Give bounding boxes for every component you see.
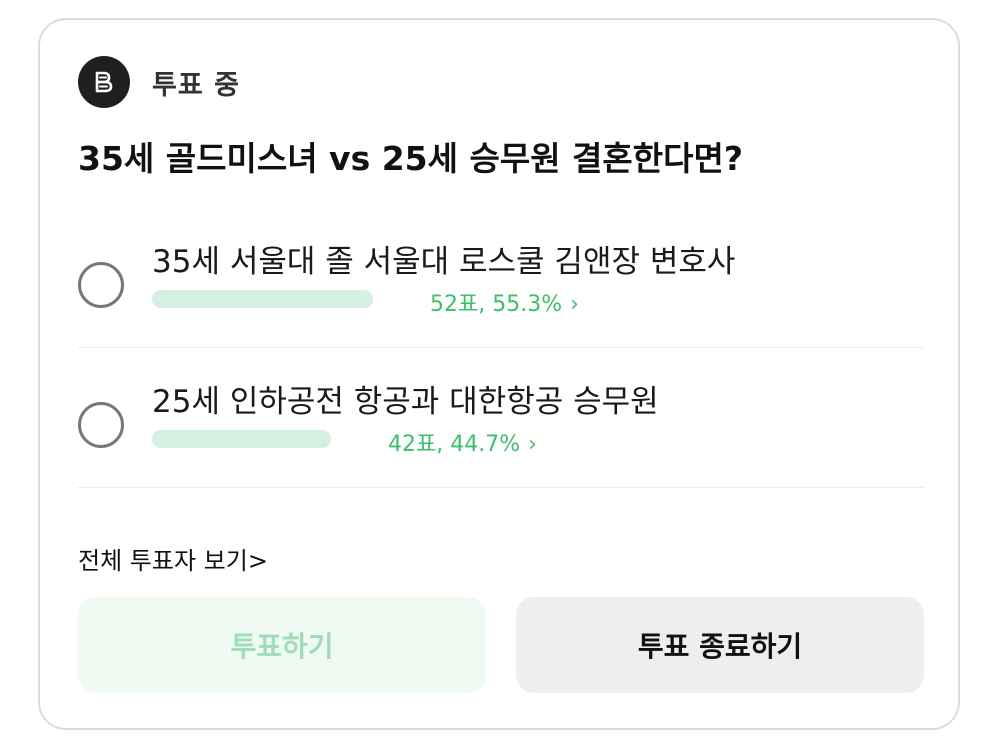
result-link[interactable]: 42표, 44.7% › <box>388 426 537 458</box>
option-label[interactable]: 25세 인하공전 항공과 대한항공 승무원 <box>152 376 659 421</box>
view-all-voters-link[interactable]: 전체 투표자 보기> <box>78 541 268 576</box>
poll-card: 투표 중 35세 골드미스녀 vs 25세 승무원 결혼한다면? 35세 서울대… <box>38 18 960 730</box>
radio-button[interactable] <box>78 402 124 448</box>
poll-icon <box>78 56 130 108</box>
poll-question: 35세 골드미스녀 vs 25세 승무원 결혼한다면? <box>78 139 743 178</box>
end-poll-button[interactable]: 투표 종료하기 <box>516 597 924 693</box>
result-text: 52표, 55.3% <box>430 292 563 317</box>
chevron-right-icon: › <box>570 292 579 317</box>
radio-button[interactable] <box>78 262 124 308</box>
result-bar <box>152 430 331 448</box>
poll-status-label: 투표 중 <box>152 69 240 101</box>
chevron-right-icon: › <box>528 432 537 457</box>
vote-button[interactable]: 투표하기 <box>78 597 486 693</box>
option-label[interactable]: 35세 서울대 졸 서울대 로스쿨 김앤장 변호사 <box>152 236 735 281</box>
divider <box>78 347 924 348</box>
poll-option-1[interactable]: 35세 서울대 졸 서울대 로스쿨 김앤장 변호사 52표, 55.3% › <box>78 230 924 350</box>
poll-status: 투표 중 <box>78 56 240 108</box>
result-bar <box>152 290 373 308</box>
result-text: 42표, 44.7% <box>388 432 521 457</box>
divider <box>78 487 924 488</box>
result-link[interactable]: 52표, 55.3% › <box>430 286 579 318</box>
poll-option-2[interactable]: 25세 인하공전 항공과 대한항공 승무원 42표, 44.7% › <box>78 370 924 490</box>
